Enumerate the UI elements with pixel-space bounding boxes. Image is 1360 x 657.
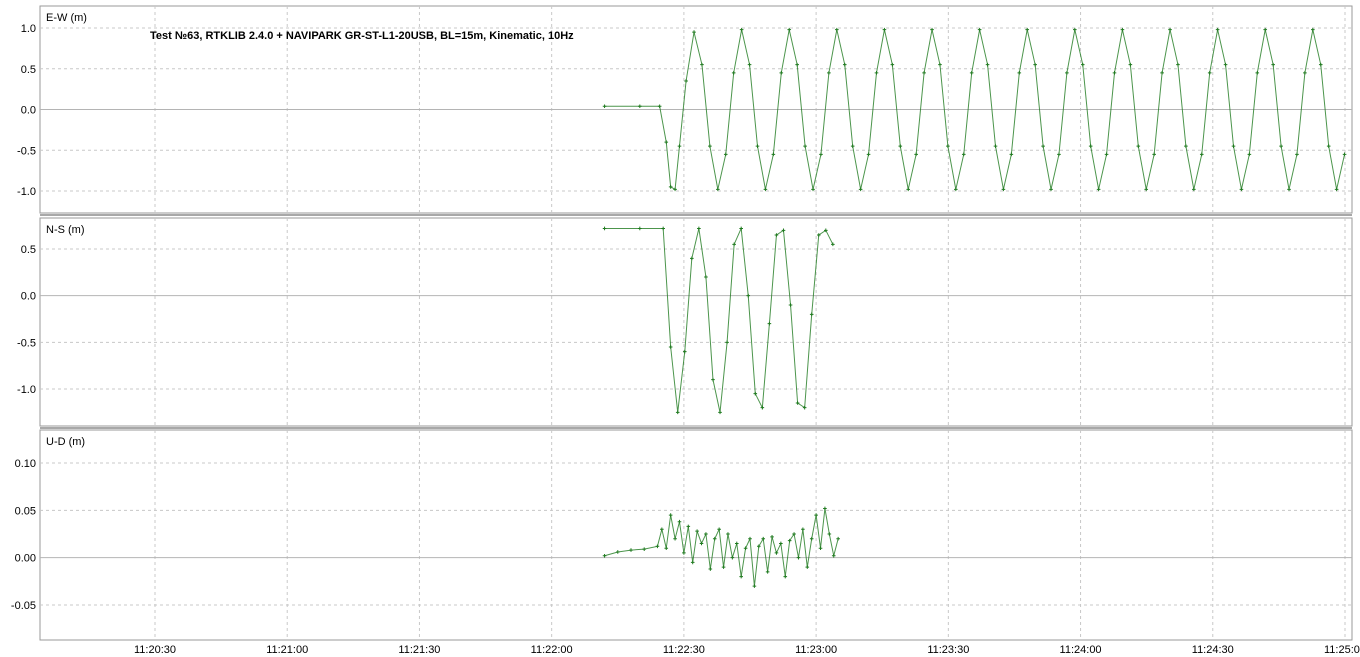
y-tick-label: 1.0 <box>21 23 36 35</box>
panel-title-ns: N-S (m) <box>46 224 85 236</box>
y-tick-label: -0.5 <box>17 145 36 157</box>
chart-title: Test №63, RTKLIB 2.4.0 + NAVIPARK GR-ST-… <box>150 30 574 42</box>
x-tick-label: 11:23:00 <box>795 644 837 656</box>
y-tick-label: -0.05 <box>11 600 36 612</box>
y-tick-label: 0.0 <box>21 291 36 303</box>
y-tick-label: 0.00 <box>15 553 36 565</box>
x-tick-label: 11:25:00 <box>1324 644 1360 656</box>
panel-title-ew: E-W (m) <box>46 12 87 24</box>
x-tick-label: 11:21:00 <box>266 644 308 656</box>
x-tick-label: 11:21:30 <box>398 644 440 656</box>
chart-background <box>0 0 1360 657</box>
x-tick-label: 11:24:00 <box>1060 644 1102 656</box>
y-tick-label: 0.05 <box>15 505 36 517</box>
chart-frame <box>0 0 1360 657</box>
x-tick-label: 11:23:30 <box>927 644 969 656</box>
y-tick-label: 0.10 <box>15 458 36 470</box>
x-tick-label: 11:22:00 <box>531 644 573 656</box>
y-tick-label: -0.5 <box>17 337 36 349</box>
plot-area: 1.0 0.5 0.0 -0.5 -1.0 0.5 0.0 -0.5 -1.0 0.10 0.05 0… <box>0 0 1360 657</box>
y-tick-label: 0.5 <box>21 64 36 76</box>
y-tick-label: -1.0 <box>17 186 36 198</box>
x-tick-label: 11:20:30 <box>134 644 176 656</box>
x-tick-label: 11:24:30 <box>1192 644 1234 656</box>
y-tick-label: 0.0 <box>21 105 36 117</box>
panel-title-ud: U-D (m) <box>46 436 85 448</box>
y-tick-label: -1.0 <box>17 384 36 396</box>
y-tick-label: 0.5 <box>21 244 36 256</box>
x-tick-label: 11:22:30 <box>663 644 705 656</box>
